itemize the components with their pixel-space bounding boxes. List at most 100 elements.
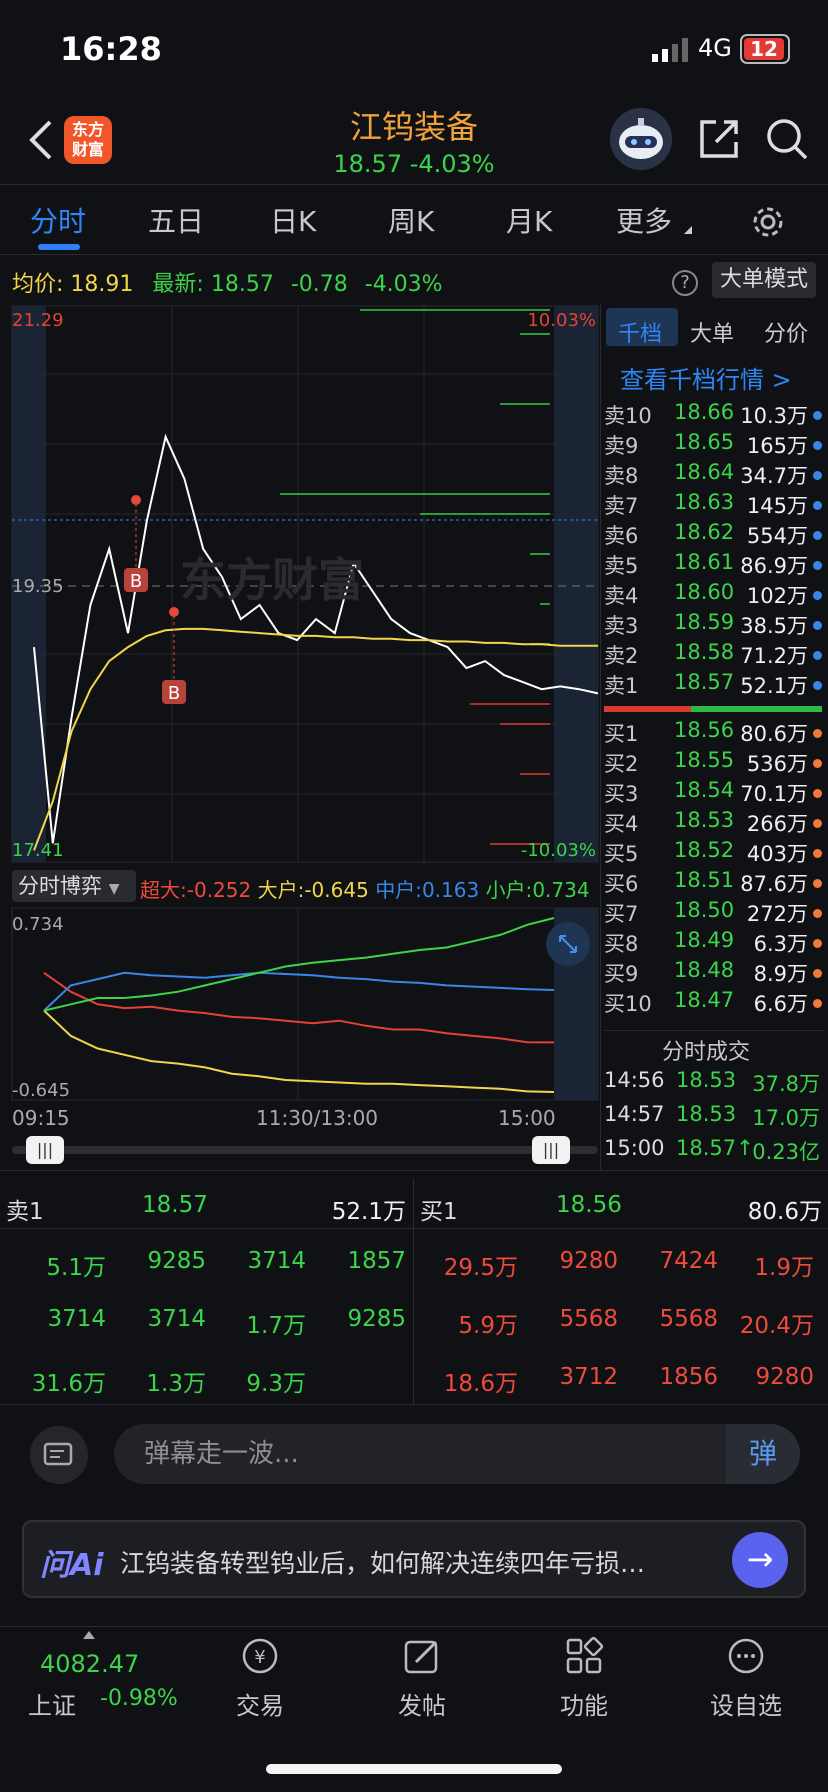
home-indicator[interactable] — [266, 1764, 562, 1774]
tab-price-dist[interactable]: 分价 — [764, 316, 808, 348]
nav-post[interactable]: 发帖 — [372, 1636, 472, 1721]
nav-functions[interactable]: 功能 — [534, 1636, 634, 1721]
lp-buy-vol: 80.6万 — [747, 1199, 822, 1225]
legend-small-label: 小户: — [485, 878, 533, 902]
y-axis-bottom: 17.41 — [12, 840, 64, 861]
sell-level-row[interactable]: 卖7 18.63 145万 — [604, 490, 824, 520]
buy-level-row[interactable]: 买3 18.54 70.1万 — [604, 778, 824, 808]
buy-queue-cell: 9280 — [755, 1364, 814, 1390]
stock-name: 江钨装备 — [349, 108, 478, 146]
battery-level: 12 — [744, 38, 784, 60]
share-icon[interactable] — [696, 116, 742, 162]
tab-daily-k[interactable]: 日K — [270, 200, 316, 240]
level-label: 卖6 — [604, 524, 639, 548]
sell-level-row[interactable]: 卖5 18.61 86.9万 — [604, 550, 824, 580]
level-dot — [813, 819, 822, 828]
arrow-right-icon[interactable]: → — [732, 1532, 788, 1588]
trade-volume: 0.23亿 — [752, 1140, 820, 1164]
level-volume: 403万 — [746, 842, 808, 866]
buy-queue-cell: 1.9万 — [754, 1255, 814, 1281]
sell-queue-cell: 5.1万 — [46, 1255, 106, 1281]
sell-level-row[interactable]: 卖10 18.66 10.3万 — [604, 400, 824, 430]
robot-avatar-icon[interactable] — [610, 108, 672, 170]
tab-big-order[interactable]: 大单 — [690, 316, 734, 348]
level-dot — [813, 681, 822, 690]
intraday-chart[interactable]: B B 东方财富 21.29 19.35 17.41 10.03% -10.03… — [0, 304, 600, 864]
level-label: 卖3 — [604, 614, 639, 638]
buy-level-row[interactable]: 买9 18.48 8.9万 — [604, 958, 824, 988]
danmu-input[interactable]: 弹幕走一波... — [114, 1424, 800, 1484]
divider — [0, 184, 828, 185]
index-name[interactable]: 上证 — [28, 1686, 76, 1721]
level-dot — [813, 411, 822, 420]
buy-level-row[interactable]: 买2 18.55 536万 — [604, 748, 824, 778]
search-icon[interactable] — [764, 116, 810, 162]
danmu-send-button[interactable]: 弹 — [726, 1424, 800, 1484]
buy-level-row[interactable]: 买5 18.52 403万 — [604, 838, 824, 868]
buy-level-row[interactable]: 买4 18.53 266万 — [604, 808, 824, 838]
tab-monthly-k[interactable]: 月K — [506, 200, 552, 240]
view-1000-level-link[interactable]: 查看千档行情 > — [620, 360, 792, 395]
ai-logo: 问Ai — [40, 1548, 104, 1583]
level-label: 买10 — [604, 992, 652, 1016]
series-line — [33, 433, 599, 844]
sell-level-row[interactable]: 卖3 18.59 38.5万 — [604, 610, 824, 640]
trades-title[interactable]: 分时成交 — [662, 1034, 750, 1066]
level-volume: 70.1万 — [740, 782, 808, 806]
divider — [0, 1228, 828, 1229]
buy-level-row[interactable]: 买6 18.51 87.6万 — [604, 868, 824, 898]
level-volume: 165万 — [746, 434, 808, 458]
level-volume: 102万 — [746, 584, 808, 608]
level-price: 18.62 — [674, 520, 735, 544]
buy-queue-cell: 7424 — [659, 1248, 718, 1274]
nav-functions-label: 功能 — [560, 1692, 608, 1720]
level-price: 18.57 — [674, 670, 735, 694]
index-change[interactable]: -0.98% — [100, 1686, 178, 1711]
help-icon[interactable]: ? — [672, 270, 698, 296]
time-start: 09:15 — [12, 1106, 70, 1130]
buy-queue-cell: 9280 — [559, 1248, 618, 1274]
tab-more[interactable]: 更多 — [616, 200, 672, 240]
tab-weekly-k[interactable]: 周K — [388, 200, 434, 240]
level-dot — [813, 909, 822, 918]
level-label: 卖4 — [604, 584, 639, 608]
buy-marker-label: B — [130, 571, 142, 592]
ai-question-text[interactable]: 江钨装备转型钨业后，如何解决连续四年亏损… — [120, 1544, 720, 1580]
level-price: 18.63 — [674, 490, 735, 514]
back-icon[interactable] — [22, 116, 62, 164]
sell-level-row[interactable]: 卖2 18.58 71.2万 — [604, 640, 824, 670]
range-slider-handle-left[interactable]: ||| — [26, 1136, 64, 1164]
tab-intraday[interactable]: 分时 — [30, 200, 86, 240]
sell-level-row[interactable]: 卖8 18.64 34.7万 — [604, 460, 824, 490]
level-dot — [813, 471, 822, 480]
tab-1000-level[interactable]: 千档 — [618, 316, 662, 348]
game-chart[interactable]: 0.734 -0.645 — [0, 906, 600, 1102]
danmu-toggle-icon[interactable] — [30, 1426, 88, 1484]
nav-add-watchlist[interactable]: 设自选 — [696, 1636, 796, 1721]
buy-level-row[interactable]: 买1 18.56 80.6万 — [604, 718, 824, 748]
range-slider-track[interactable] — [12, 1146, 598, 1154]
sell-level-row[interactable]: 卖6 18.62 554万 — [604, 520, 824, 550]
sell-level-row[interactable]: 卖1 18.57 52.1万 — [604, 670, 824, 700]
sell-level-row[interactable]: 卖9 18.65 165万 — [604, 430, 824, 460]
level-label: 卖2 — [604, 644, 639, 668]
level-price: 18.61 — [674, 550, 735, 574]
game-panel-select[interactable]: 分时博弈 ▼ — [12, 870, 136, 902]
svg-text:¥: ¥ — [254, 1647, 265, 1668]
buy-level-row[interactable]: 买8 18.49 6.3万 — [604, 928, 824, 958]
level-label: 买1 — [604, 722, 639, 746]
buy-level-row[interactable]: 买10 18.47 6.6万 — [604, 988, 824, 1018]
index-value[interactable]: 4082.47 — [40, 1650, 139, 1678]
lp-sell-label: 卖1 — [6, 1199, 44, 1225]
level-price: 18.66 — [674, 400, 735, 424]
big-order-mode-button[interactable]: 大单模式 — [712, 262, 816, 298]
buy-level-row[interactable]: 买7 18.50 272万 — [604, 898, 824, 928]
nav-trade[interactable]: ¥ 交易 — [210, 1636, 310, 1721]
sell-level-row[interactable]: 卖4 18.60 102万 — [604, 580, 824, 610]
tab-five-day[interactable]: 五日 — [148, 200, 204, 240]
range-slider-handle-right[interactable]: ||| — [532, 1136, 570, 1164]
chevron-up-icon[interactable] — [82, 1630, 96, 1640]
level-volume: 272万 — [746, 902, 808, 926]
level-dot — [813, 621, 822, 630]
gear-icon[interactable] — [750, 204, 786, 240]
